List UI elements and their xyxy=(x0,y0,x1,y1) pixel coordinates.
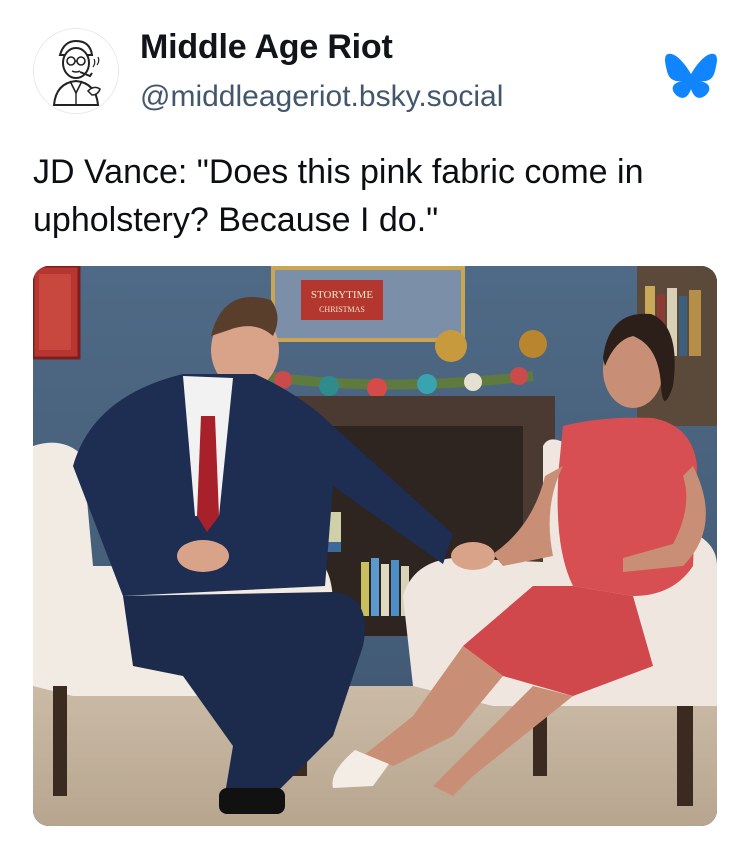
vintage-man-icon xyxy=(34,29,118,113)
author-avatar[interactable] xyxy=(33,28,119,114)
sign-subtext: CHRISTMAS xyxy=(319,305,365,314)
author-name[interactable]: Middle Age Riot xyxy=(140,28,393,67)
post-image[interactable]: STORYTIME CHRISTMAS xyxy=(33,266,717,826)
author-handle[interactable]: @middleageriot.bsky.social xyxy=(140,80,503,114)
photo-illustration: STORYTIME CHRISTMAS xyxy=(33,266,717,826)
post-card: Middle Age Riot @middleageriot.bsky.soci… xyxy=(0,0,750,851)
sign-text: STORYTIME xyxy=(311,289,373,301)
bluesky-butterfly-icon xyxy=(665,53,717,98)
post-text: JD Vance: "Does this pink fabric come in… xyxy=(33,153,644,239)
